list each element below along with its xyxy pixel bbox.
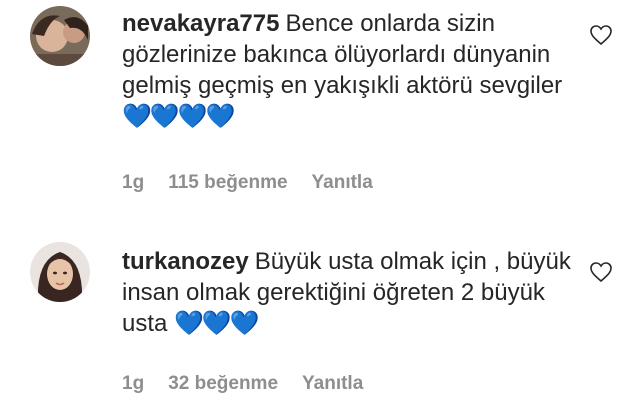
reply-button[interactable]: Yanıtla (312, 172, 373, 194)
username-link[interactable]: nevakayra775 (122, 10, 279, 37)
heart-outline-icon (590, 262, 612, 283)
timestamp[interactable]: 1g (122, 172, 144, 194)
reply-button[interactable]: Yanıtla (302, 373, 363, 395)
like-button[interactable] (589, 261, 613, 283)
timestamp[interactable]: 1g (122, 373, 144, 395)
avatar[interactable] (30, 6, 90, 66)
like-button[interactable] (589, 24, 613, 46)
comment-text: turkanozey Büyük usta olmak için , büyük … (122, 246, 582, 339)
heart-outline-icon (590, 25, 612, 46)
comment-meta: 1g 115 beğenme Yanıtla (122, 172, 373, 194)
blue-heart-emojis: 💙💙💙💙 (122, 103, 236, 130)
likes-count[interactable]: 32 beğenme (168, 373, 278, 395)
likes-count[interactable]: 115 beğenme (168, 172, 287, 194)
blue-heart-emojis: 💙💙💙 (174, 310, 260, 337)
avatar[interactable] (30, 242, 90, 302)
comment-meta: 1g 32 beğenme Yanıtla (122, 373, 363, 395)
comment-text: nevakayra775 Bence onlarda sizin gözlerin… (122, 8, 582, 132)
username-link[interactable]: turkanozey (122, 248, 249, 275)
